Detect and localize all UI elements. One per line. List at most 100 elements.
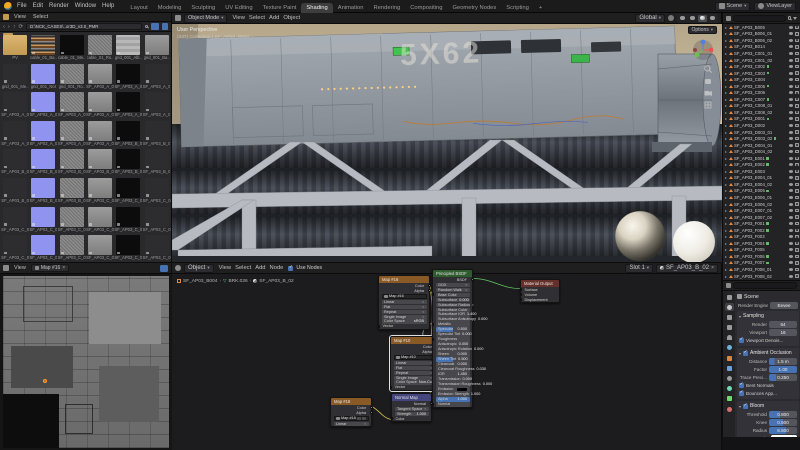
- expand-caret-icon[interactable]: ▸: [725, 156, 727, 161]
- object-name[interactable]: SF_AP03_D003_01: [734, 130, 772, 135]
- hide-in-viewport-toggle[interactable]: [789, 72, 793, 75]
- image-selector[interactable]: Map #10: [394, 355, 435, 360]
- object-name[interactable]: SF_AP03_E007_01: [734, 208, 772, 213]
- expand-caret-icon[interactable]: ▸: [725, 97, 727, 102]
- object-name[interactable]: SF_AP03_D002: [734, 123, 765, 128]
- interpolation-dropdown[interactable]: Linear: [394, 361, 435, 365]
- expand-caret-icon[interactable]: ▸: [725, 254, 727, 259]
- hide-in-viewport-toggle[interactable]: [789, 229, 793, 232]
- expand-caret-icon[interactable]: ▸: [725, 247, 727, 252]
- image-texture-node[interactable]: Map #10 Color Alpha Map #10 Linear Flat …: [390, 336, 438, 391]
- disable-in-render-toggle[interactable]: [795, 85, 799, 88]
- expand-caret-icon[interactable]: ▸: [725, 143, 727, 148]
- image-selector[interactable]: Map #16: [382, 294, 427, 299]
- workspace-tab[interactable]: Shading: [301, 3, 332, 13]
- bloom-checkbox[interactable]: [743, 404, 748, 409]
- object-name[interactable]: SF_AP03_F003: [734, 234, 765, 239]
- file-item[interactable]: SF_AP03_B_0: [142, 120, 170, 149]
- file-item[interactable]: SF_AP03_A_0: [86, 120, 114, 149]
- object-name[interactable]: SF_AP03_D003_02: [734, 136, 772, 141]
- expand-caret-icon[interactable]: ▸: [725, 182, 727, 187]
- output-socket-alpha[interactable]: Alpha: [382, 289, 427, 293]
- hide-in-viewport-toggle[interactable]: [789, 32, 793, 35]
- object-name[interactable]: SF_AP03_C002: [734, 64, 765, 69]
- menubar-item[interactable]: File: [14, 3, 30, 9]
- setting-value[interactable]: 1.00: [769, 366, 797, 373]
- node-header[interactable]: Principled BSDF: [433, 270, 472, 277]
- hide-in-viewport-toggle[interactable]: [789, 26, 793, 29]
- properties-tab-scene[interactable]: [725, 334, 734, 342]
- file-item[interactable]: SF_AP03_A_0: [1, 120, 29, 149]
- bsdf-input-row[interactable]: Anisotropic 0.000: [436, 342, 470, 346]
- object-name[interactable]: SF_AP03_E006_02: [734, 202, 772, 207]
- hide-in-viewport-toggle[interactable]: [789, 242, 793, 245]
- viewport-denoising-checkbox[interactable]: [739, 338, 744, 343]
- expand-caret-icon[interactable]: ▸: [725, 221, 727, 226]
- colorspace-row[interactable]: Color SpacesRGB: [382, 319, 427, 323]
- disable-in-render-toggle[interactable]: [795, 130, 799, 133]
- hide-in-viewport-toggle[interactable]: [789, 137, 793, 140]
- unlink-material-icon[interactable]: ×: [711, 265, 714, 271]
- expand-caret-icon[interactable]: ▸: [725, 208, 727, 213]
- object-name[interactable]: SF_AP03_D004_01: [734, 143, 772, 148]
- file-item[interactable]: SF_AP03_B_0: [58, 148, 86, 177]
- hide-in-viewport-toggle[interactable]: [789, 104, 793, 107]
- file-item[interactable]: grid_001_Nor: [29, 63, 57, 92]
- bsdf-input-row[interactable]: Metallic: [436, 322, 470, 326]
- disable-in-render-toggle[interactable]: [795, 143, 799, 146]
- file-item[interactable]: SF_AP03_C_0: [86, 234, 114, 262]
- output-input-row[interactable]: Displacement: [524, 298, 557, 302]
- properties-tab-particles[interactable]: [725, 375, 734, 383]
- expand-caret-icon[interactable]: ▸: [725, 31, 727, 36]
- file-item[interactable]: SF_AP03_C_0: [29, 234, 57, 262]
- file-item[interactable]: SF_AP03_C_0: [1, 206, 29, 235]
- bsdf-input-row[interactable]: Subsurface 0.000: [436, 298, 470, 302]
- object-name[interactable]: SF_AP03_C005: [734, 84, 765, 89]
- file-item[interactable]: SF_AP03_B_0: [1, 148, 29, 177]
- expand-caret-icon[interactable]: ▸: [725, 90, 727, 95]
- path-field[interactable]: D:\NCK_CASES\..or3D_v3.0_PMR: [26, 23, 141, 30]
- expand-caret-icon[interactable]: ▸: [725, 84, 727, 89]
- file-item[interactable]: SF_AP03_A_0: [142, 63, 170, 92]
- hide-in-viewport-toggle[interactable]: [789, 65, 793, 68]
- properties-tab-modifiers[interactable]: [725, 364, 734, 372]
- properties-tab-object[interactable]: [725, 354, 734, 362]
- filter-icon[interactable]: [162, 23, 168, 30]
- hide-in-viewport-toggle[interactable]: [789, 111, 793, 114]
- expand-caret-icon[interactable]: ▸: [725, 195, 727, 200]
- expand-caret-icon[interactable]: ▸: [725, 123, 727, 128]
- object-name[interactable]: SF_AP03_C003: [734, 71, 765, 76]
- disable-in-render-toggle[interactable]: [795, 196, 799, 199]
- material-selector[interactable]: SF_AP03_B_02×: [656, 264, 718, 273]
- unlink-image-icon[interactable]: ×: [62, 265, 65, 271]
- output-input-row[interactable]: Surface: [524, 288, 557, 292]
- normal-map-node[interactable]: Normal Map Normal Tangent Space Strength…: [391, 393, 432, 422]
- expand-caret-icon[interactable]: ▸: [725, 51, 727, 56]
- expand-caret-icon[interactable]: ▸: [725, 169, 727, 174]
- object-name[interactable]: SF_AP03_F002: [734, 228, 765, 233]
- expand-caret-icon[interactable]: ▸: [725, 162, 727, 167]
- bsdf-input-row[interactable]: Roughness: [436, 337, 470, 341]
- object-name[interactable]: SF_AP03_B006_02: [734, 38, 772, 43]
- file-item[interactable]: SF_AP03_B_0: [1, 177, 29, 206]
- object-name[interactable]: SF_AP03_C006: [734, 90, 765, 95]
- hide-in-viewport-toggle[interactable]: [789, 45, 793, 48]
- expand-caret-icon[interactable]: ▸: [725, 241, 727, 246]
- node-editor-menu-item[interactable]: Add: [253, 265, 267, 271]
- material-slot-selector[interactable]: Slot 1▾: [625, 264, 653, 273]
- object-name[interactable]: SF_AP03_C008_02: [734, 110, 772, 115]
- hide-in-viewport-toggle[interactable]: [789, 91, 793, 94]
- object-name[interactable]: SF_AP03_C004: [734, 77, 765, 82]
- viewport-3d[interactable]: Object Mode▾ ViewSelectAddObject Global▾: [172, 13, 722, 262]
- expand-caret-icon[interactable]: ▸: [725, 25, 727, 30]
- shading-rendered-button[interactable]: [708, 15, 717, 22]
- object-name[interactable]: SF_AP03_C001_01: [734, 51, 772, 56]
- workspace-tab[interactable]: Modeling: [153, 3, 187, 13]
- object-name[interactable]: SF_AP03_F005: [734, 247, 765, 252]
- file-browser-select-menu[interactable]: Select: [31, 14, 50, 20]
- hide-in-viewport-toggle[interactable]: [789, 98, 793, 101]
- object-name[interactable]: SF_AP03_E003: [734, 169, 765, 174]
- zoom-icon[interactable]: [704, 65, 712, 73]
- hide-in-viewport-toggle[interactable]: [789, 39, 793, 42]
- disable-in-render-toggle[interactable]: [795, 248, 799, 251]
